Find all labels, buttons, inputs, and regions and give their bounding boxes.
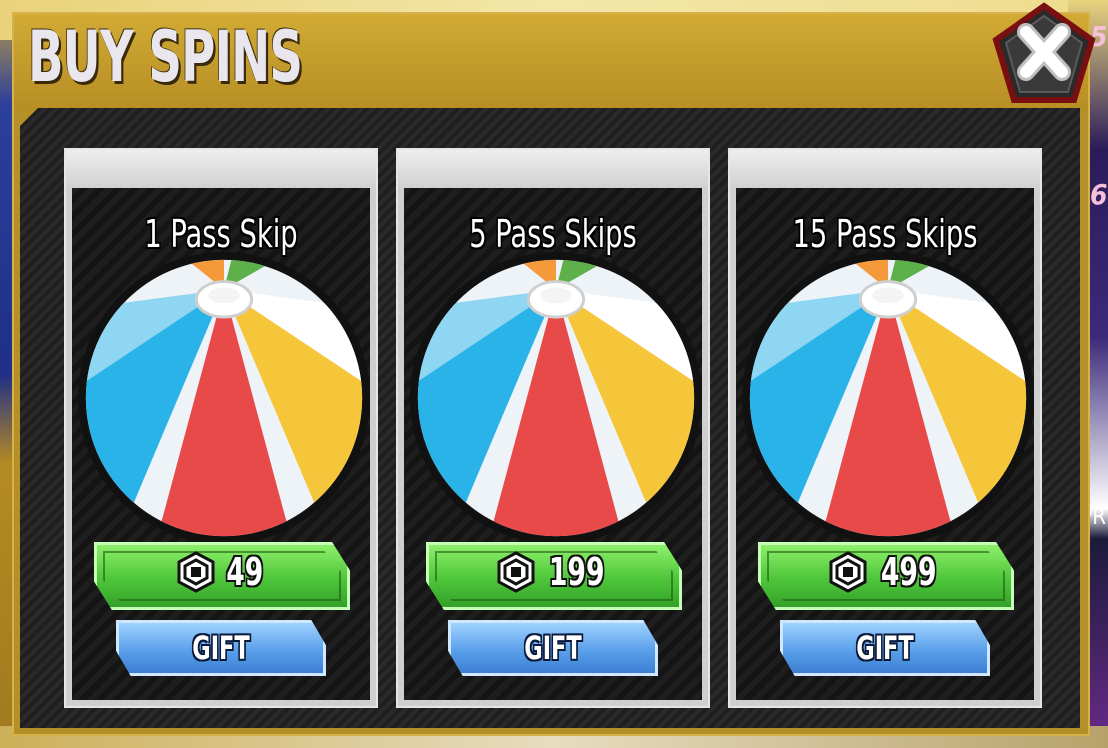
card-header <box>398 150 708 190</box>
close-icon <box>992 2 1096 103</box>
buy-button[interactable]: 199 <box>426 542 682 610</box>
dialog-title: BUY SPINS <box>28 16 303 98</box>
robux-icon <box>829 551 867 593</box>
close-button[interactable] <box>990 0 1098 108</box>
gift-label: GIFT <box>192 629 250 667</box>
beach-ball-icon <box>741 251 1035 545</box>
buy-button[interactable]: 49 <box>94 542 350 610</box>
buy-button[interactable]: 499 <box>758 542 1014 610</box>
gift-button[interactable]: GIFT <box>780 620 990 676</box>
gift-button[interactable]: GIFT <box>116 620 326 676</box>
card-title: 5 Pass Skips <box>469 212 637 256</box>
shop-card: 1 Pass Skip 49 GIFT <box>64 148 378 708</box>
gift-label: GIFT <box>524 629 582 667</box>
robux-icon <box>177 551 215 593</box>
card-header <box>730 150 1040 190</box>
shop-card: 15 Pass Skips 499 GIFT <box>728 148 1042 708</box>
price-label: 49 <box>226 550 264 594</box>
card-title: 1 Pass Skip <box>144 212 298 256</box>
gift-label: GIFT <box>856 629 914 667</box>
gift-button[interactable]: GIFT <box>448 620 658 676</box>
card-header <box>66 150 376 190</box>
card-title: 15 Pass Skips <box>792 212 978 256</box>
robux-icon <box>497 551 535 593</box>
beach-ball-icon <box>409 251 703 545</box>
background-number-2: 6 <box>1090 178 1108 211</box>
shop-card: 5 Pass Skips 199 GIFT <box>396 148 710 708</box>
price-label: 499 <box>881 550 937 594</box>
price-label: 199 <box>549 550 605 594</box>
beach-ball-icon <box>77 251 371 545</box>
